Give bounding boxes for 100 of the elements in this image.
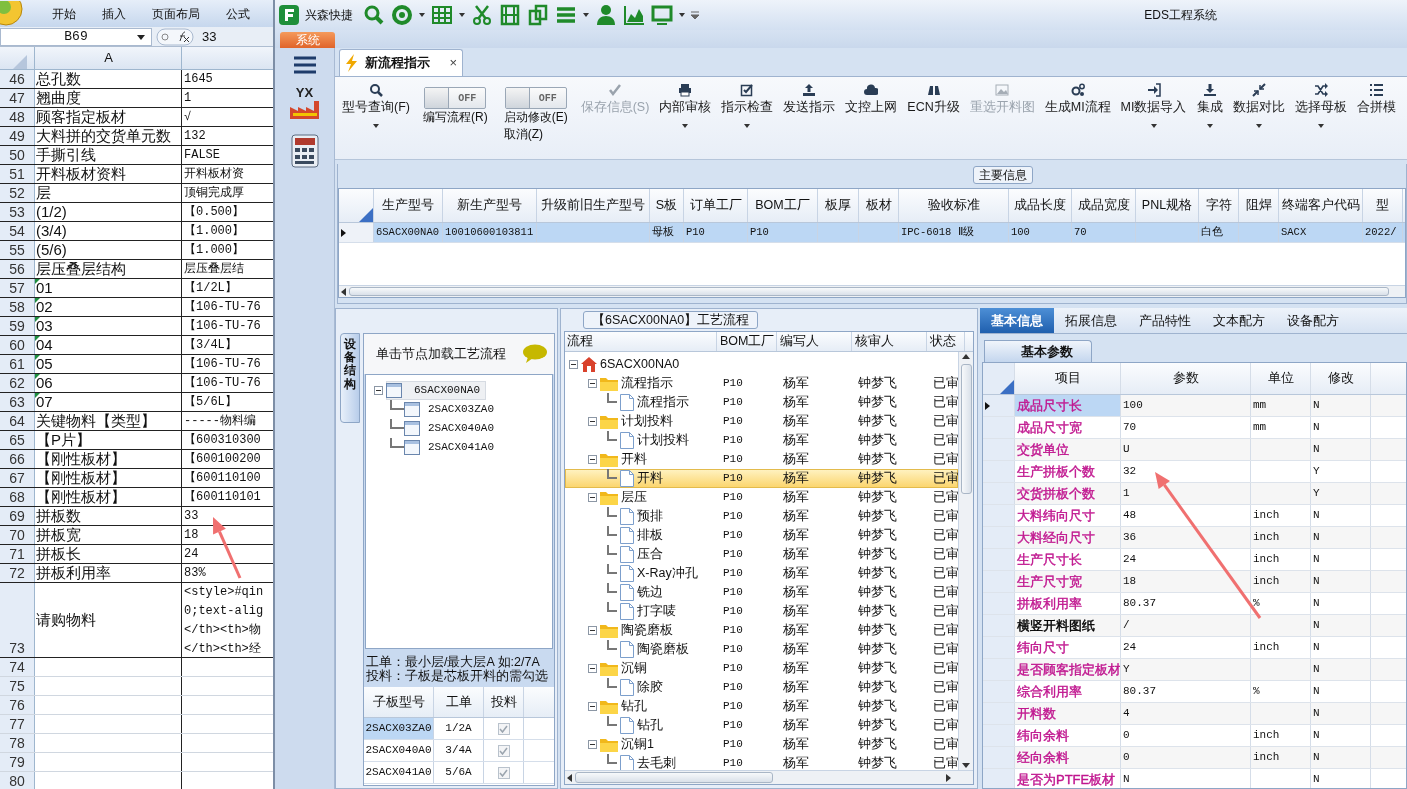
toolbar-button[interactable]: 文控上网 bbox=[840, 83, 903, 116]
row-number[interactable]: 64 bbox=[0, 412, 35, 430]
table-icon[interactable] bbox=[431, 4, 453, 26]
sub-tab[interactable]: 基本参数 bbox=[984, 340, 1092, 362]
column-header[interactable]: 板材 bbox=[859, 189, 899, 222]
column-header[interactable]: 流程 bbox=[565, 332, 717, 351]
column-header[interactable]: S板 bbox=[650, 189, 684, 222]
tab[interactable]: 设备配方 bbox=[1276, 308, 1350, 333]
toolbar-button[interactable]: 集成 bbox=[1191, 83, 1228, 128]
tree-row[interactable]: 压合 P10 杨军 钟梦飞 已审 bbox=[565, 545, 958, 564]
factory-logo[interactable]: YX bbox=[287, 86, 322, 122]
expander-icon[interactable] bbox=[588, 455, 597, 464]
table-row[interactable]: 经向余料 0 inch N bbox=[983, 747, 1406, 769]
row-number[interactable]: 52 bbox=[0, 184, 35, 202]
row-number[interactable]: 55 bbox=[0, 241, 35, 259]
toolbar-button[interactable]: 型号查询(F) bbox=[337, 83, 415, 128]
table-cell[interactable]: 2SACX041A0 bbox=[364, 762, 434, 783]
row-number[interactable]: 56 bbox=[0, 260, 35, 278]
expander-icon[interactable] bbox=[569, 360, 578, 369]
toolbar-button[interactable]: 合拼模 bbox=[1351, 83, 1401, 116]
row-number[interactable]: 70 bbox=[0, 526, 35, 544]
row-number[interactable]: 74 bbox=[0, 658, 35, 676]
table-row[interactable]: 开料数 4 N bbox=[983, 703, 1406, 725]
tree-row[interactable]: 除胶 P10 杨军 钟梦飞 已审 bbox=[565, 678, 958, 697]
formula-fx-icon[interactable] bbox=[156, 27, 194, 46]
document-tab[interactable]: 新流程指示 × bbox=[339, 49, 463, 76]
tree-row[interactable]: 流程指示 P10 杨军 钟梦飞 已审 bbox=[565, 374, 958, 393]
toggle-switch[interactable]: OFF bbox=[424, 87, 487, 109]
toolbar-button[interactable]: MI数据导入 bbox=[1115, 83, 1192, 128]
tab[interactable]: 文本配方 bbox=[1202, 308, 1276, 333]
row-number[interactable]: 63 bbox=[0, 393, 35, 411]
column-header[interactable]: 新生产型号 bbox=[443, 189, 537, 222]
tree-row[interactable]: 开料 P10 杨军 钟梦飞 已审 bbox=[565, 469, 958, 488]
expander-icon[interactable] bbox=[588, 417, 597, 426]
tree-row[interactable]: X-Ray冲孔 P10 杨军 钟梦飞 已审 bbox=[565, 564, 958, 583]
scrollbar-thumb[interactable] bbox=[349, 287, 1389, 296]
list-icon[interactable] bbox=[555, 4, 577, 26]
column-header[interactable]: 阻焊 bbox=[1239, 189, 1279, 222]
user-icon[interactable] bbox=[595, 4, 617, 26]
tab[interactable]: 产品特性 bbox=[1128, 308, 1202, 333]
tree-row[interactable]: 6SACX00NA0 bbox=[565, 355, 958, 374]
row-number[interactable]: 79 bbox=[0, 753, 35, 771]
tree-node[interactable]: 2SACX040A0 bbox=[404, 419, 494, 438]
toolbar-button[interactable]: 发送指示 bbox=[778, 83, 841, 116]
row-number[interactable]: 76 bbox=[0, 696, 35, 714]
row-number[interactable]: 58 bbox=[0, 298, 35, 316]
column-header[interactable]: BOM工厂 bbox=[748, 189, 818, 222]
table-row[interactable]: 6SACX00NA0 10010600103811 母板 P10 P10 IPC-6018 Ⅱ级 100 70 白色 SACX 2022/ bbox=[339, 223, 1405, 243]
column-header[interactable]: 生产型号 bbox=[374, 189, 443, 222]
tree-row[interactable]: 沉铜 P10 杨军 钟梦飞 已审 bbox=[565, 659, 958, 678]
tree-row[interactable]: 钻孔 P10 杨军 钟梦飞 已审 bbox=[565, 697, 958, 716]
close-button[interactable]: × bbox=[449, 53, 457, 73]
column-header[interactable]: 参数 bbox=[1121, 363, 1251, 394]
column-header[interactable]: 状态 bbox=[927, 332, 965, 351]
column-header[interactable]: 终端客户代码 bbox=[1279, 189, 1363, 222]
toolbar-button[interactable]: 指示检查 bbox=[716, 83, 779, 128]
tree-row[interactable]: 层压 P10 杨军 钟梦飞 已审 bbox=[565, 488, 958, 507]
column-header[interactable]: BOM工厂 bbox=[717, 332, 777, 351]
table-row[interactable]: 大料经向尺寸 36 inch N bbox=[983, 527, 1406, 549]
row-number[interactable]: 72 bbox=[0, 564, 35, 582]
table-cell[interactable]: 2SACX03ZA0 bbox=[364, 718, 434, 739]
tree-row[interactable]: 陶瓷磨板 P10 杨军 钟梦飞 已审 bbox=[565, 621, 958, 640]
row-number[interactable]: 47 bbox=[0, 89, 35, 107]
row-number[interactable]: 61 bbox=[0, 355, 35, 373]
column-header[interactable]: 型 bbox=[1363, 189, 1403, 222]
scroll-right-icon[interactable] bbox=[943, 772, 953, 783]
column-header[interactable]: 验收标准 bbox=[899, 189, 1009, 222]
row-number[interactable]: 46 bbox=[0, 70, 35, 88]
tree-row[interactable]: 计划投料 P10 杨军 钟梦飞 已审 bbox=[565, 431, 958, 450]
dropdown-caret-icon[interactable] bbox=[419, 13, 425, 17]
row-header[interactable] bbox=[983, 395, 1015, 416]
tree-row[interactable]: 去毛刺 P10 杨军 钟梦飞 已审 bbox=[565, 754, 958, 770]
calculator-icon[interactable] bbox=[290, 134, 319, 168]
table-row[interactable]: 交货拼板个数 1 Y bbox=[983, 483, 1406, 505]
column-header[interactable]: 升级前旧生产型号 bbox=[537, 189, 650, 222]
side-tab[interactable]: 设备结构 bbox=[340, 333, 360, 423]
toolbar-button[interactable]: 数据对比 bbox=[1227, 83, 1290, 128]
area-chart-icon[interactable] bbox=[623, 4, 645, 26]
tree-row[interactable]: 开料 P10 杨军 钟梦飞 已审 bbox=[565, 450, 958, 469]
ribbon-tab[interactable]: 开始 bbox=[52, 4, 76, 23]
row-number[interactable]: 53 bbox=[0, 203, 35, 221]
dropdown-caret-icon[interactable] bbox=[459, 13, 465, 17]
row-number[interactable]: 80 bbox=[0, 772, 35, 789]
copy-icon[interactable] bbox=[527, 4, 549, 26]
toggle-switch[interactable]: OFF bbox=[504, 87, 567, 109]
row-number[interactable]: 49 bbox=[0, 127, 35, 145]
row-number[interactable]: 65 bbox=[0, 431, 35, 449]
toolbar-button[interactable]: ECN升级 bbox=[902, 83, 965, 116]
expander-icon[interactable] bbox=[588, 664, 597, 673]
monitor-icon[interactable] bbox=[651, 4, 673, 26]
tree-node[interactable]: 2SACX041A0 bbox=[404, 438, 494, 457]
row-number[interactable]: 75 bbox=[0, 677, 35, 695]
row-number[interactable]: 71 bbox=[0, 545, 35, 563]
customize-caret-icon[interactable] bbox=[691, 11, 699, 19]
column-header[interactable]: 项目 bbox=[1015, 363, 1121, 394]
tree-row[interactable]: 预排 P10 杨军 钟梦飞 已审 bbox=[565, 507, 958, 526]
tree-row[interactable]: 计划投料 P10 杨军 钟梦飞 已审 bbox=[565, 412, 958, 431]
column-header[interactable]: 编写人 bbox=[777, 332, 852, 351]
row-number[interactable]: 66 bbox=[0, 450, 35, 468]
dropdown-caret-icon[interactable] bbox=[679, 13, 685, 17]
